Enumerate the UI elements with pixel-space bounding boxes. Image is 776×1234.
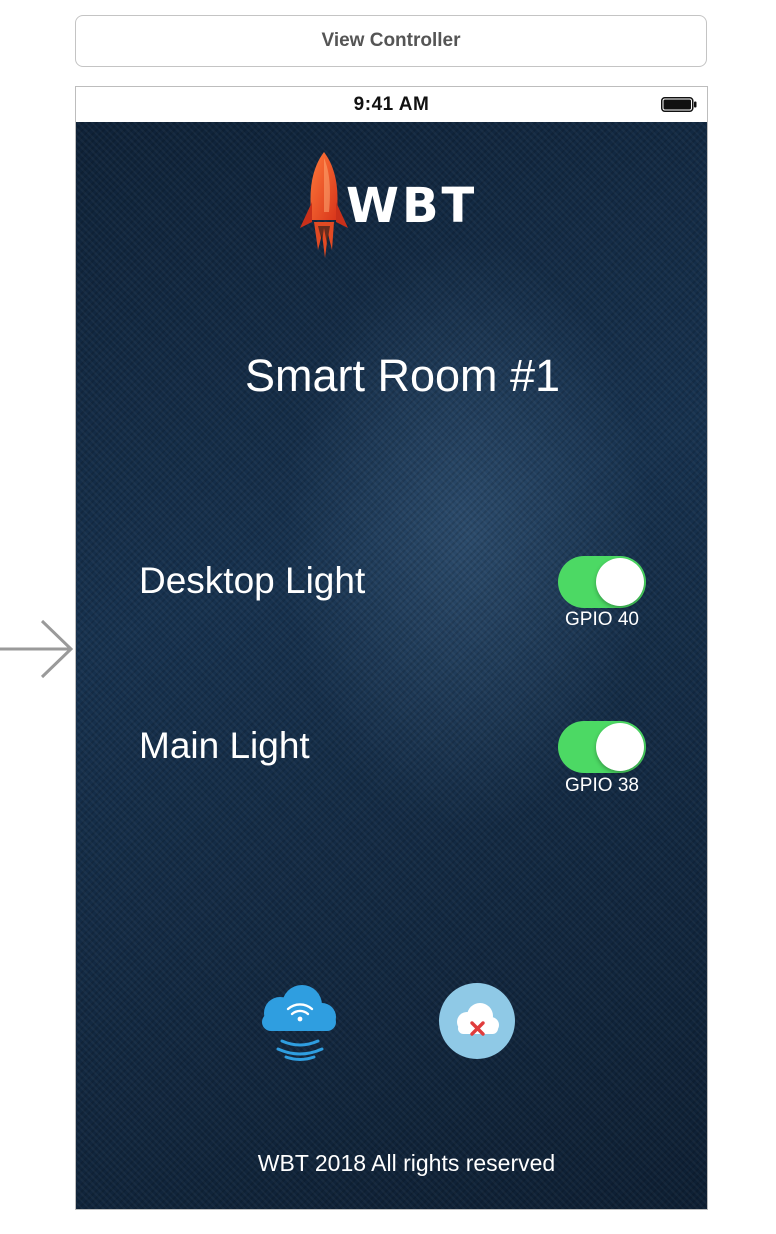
rocket-icon: [300, 152, 348, 258]
logo-text: WBT: [346, 178, 478, 234]
footer-copyright: WBT 2018 All rights reserved: [257, 1150, 556, 1176]
device-frame: 9:41 AM WBT Smart Room #1 Desktop Light …: [75, 86, 708, 1210]
desktop-light-switch[interactable]: [558, 556, 646, 608]
main-light-switch[interactable]: [558, 721, 646, 773]
battery-icon: [661, 97, 697, 112]
scene-title: View Controller: [321, 30, 461, 51]
arrow-right-icon: [0, 619, 74, 679]
scene-title-bar[interactable]: View Controller: [75, 15, 707, 67]
app-logo: WBT: [298, 150, 474, 265]
storyboard-canvas: View Controller 9:41 AM WBT Smart Room #…: [0, 0, 776, 1234]
switch-knob: [596, 558, 644, 606]
control-label-desktop-light: Desktop Light: [139, 560, 366, 601]
wifi-cloud-icon[interactable]: [252, 985, 344, 1063]
control-label-main-light: Main Light: [139, 725, 310, 766]
status-time: 9:41 AM: [353, 93, 430, 115]
status-bar: 9:41 AM: [76, 87, 707, 122]
switch-knob: [596, 723, 644, 771]
gpio-label-desktop-light: GPIO 40: [565, 609, 639, 630]
cloud-error-icon[interactable]: [438, 982, 516, 1060]
app-screen: WBT Smart Room #1 Desktop Light GPIO 40 …: [76, 122, 707, 1209]
page-title: Smart Room #1: [244, 350, 561, 401]
gpio-label-main-light: GPIO 38: [565, 775, 639, 796]
